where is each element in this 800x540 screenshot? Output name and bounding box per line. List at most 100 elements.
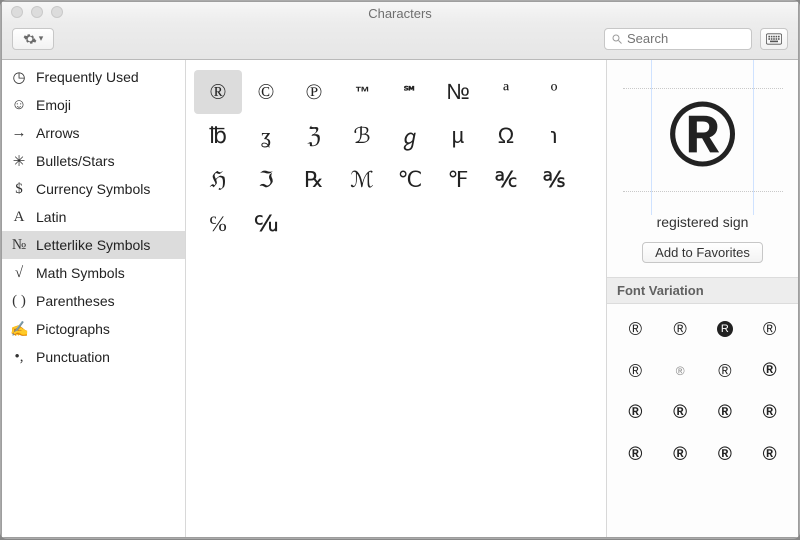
- sidebar-item-parentheses[interactable]: ( ) Parentheses: [2, 287, 185, 315]
- asterisk-icon: ✳: [10, 152, 28, 171]
- sidebar-item-label: Emoji: [36, 97, 71, 113]
- window-controls: [11, 6, 63, 18]
- variation-cell[interactable]: ®: [747, 434, 792, 476]
- character-cell[interactable]: ℃: [386, 158, 434, 202]
- character-cell[interactable]: ℳ: [338, 158, 386, 202]
- character-cell[interactable]: ℬ: [338, 114, 386, 158]
- variation-cell[interactable]: ®: [613, 434, 658, 476]
- character-name: registered sign: [607, 214, 798, 230]
- character-cell[interactable]: №: [434, 70, 482, 114]
- sidebar-item-label: Arrows: [36, 125, 80, 141]
- variation-cell[interactable]: R: [703, 308, 748, 350]
- character-cell[interactable]: ℉: [434, 158, 482, 202]
- variation-cell[interactable]: ®: [703, 434, 748, 476]
- character-cell[interactable]: ℨ: [290, 114, 338, 158]
- writing-hand-icon: ✍: [10, 320, 28, 339]
- sidebar-item-bullets-stars[interactable]: ✳ Bullets/Stars: [2, 147, 185, 175]
- emoji-icon: ☺: [10, 97, 28, 114]
- search-field[interactable]: [604, 28, 752, 50]
- sidebar-item-math[interactable]: √ Math Symbols: [2, 259, 185, 287]
- category-sidebar: ◷ Frequently Used ☺ Emoji → Arrows ✳ Bul…: [2, 60, 186, 537]
- sqrt-icon: √: [10, 265, 28, 282]
- character-cell[interactable]: ℩: [530, 114, 578, 158]
- sidebar-item-label: Pictographs: [36, 321, 110, 337]
- character-cell[interactable]: ℞: [290, 158, 338, 202]
- sidebar-item-punctuation[interactable]: •, Punctuation: [2, 343, 185, 371]
- clock-icon: ◷: [10, 68, 28, 87]
- sidebar-item-label: Parentheses: [36, 293, 115, 309]
- font-variation-heading: Font Variation: [607, 277, 798, 304]
- character-grid: ®©℗™℠№ªº ℔ʓℨℬℊµΩ℩ ℌℑ℞ℳ℃℉℀℁ ℅℆: [186, 60, 606, 537]
- variation-cell[interactable]: ®: [658, 350, 703, 392]
- sidebar-item-arrows[interactable]: → Arrows: [2, 119, 185, 147]
- character-cell[interactable]: ʓ: [242, 114, 290, 158]
- parentheses-icon: ( ): [10, 293, 28, 310]
- variation-cell[interactable]: ®: [747, 308, 792, 350]
- characters-window: Characters ▾ ◷ Frequently Used: [1, 1, 799, 538]
- letter-a-icon: A: [10, 209, 28, 226]
- variation-cell[interactable]: ®: [613, 308, 658, 350]
- variation-cell[interactable]: ®: [747, 392, 792, 434]
- keyboard-shortcuts-button[interactable]: [760, 28, 788, 50]
- sidebar-item-frequently-used[interactable]: ◷ Frequently Used: [2, 63, 185, 91]
- character-cell[interactable]: ℆: [242, 202, 290, 246]
- character-cell[interactable]: º: [530, 70, 578, 114]
- search-icon: [611, 33, 623, 45]
- variation-cell[interactable]: ®: [703, 392, 748, 434]
- character-cell[interactable]: ª: [482, 70, 530, 114]
- minimize-icon[interactable]: [31, 6, 43, 18]
- character-cell[interactable]: Ω: [482, 114, 530, 158]
- variation-cell[interactable]: ®: [658, 308, 703, 350]
- punctuation-icon: •,: [10, 349, 28, 366]
- character-cell[interactable]: ℊ: [386, 114, 434, 158]
- character-cell[interactable]: ℠: [386, 70, 434, 114]
- variation-cell[interactable]: ®: [658, 392, 703, 434]
- toolbar: ▾: [2, 24, 798, 60]
- sidebar-item-label: Bullets/Stars: [36, 153, 115, 169]
- character-preview: ®: [607, 60, 798, 210]
- content: ◷ Frequently Used ☺ Emoji → Arrows ✳ Bul…: [2, 60, 798, 537]
- arrow-icon: →: [10, 125, 28, 142]
- close-icon[interactable]: [11, 6, 23, 18]
- variation-cell[interactable]: ®: [613, 350, 658, 392]
- character-cell[interactable]: ©: [242, 70, 290, 114]
- detail-panel: ® registered sign Add to Favorites Font …: [606, 60, 798, 537]
- variation-cell[interactable]: ®: [613, 392, 658, 434]
- sidebar-item-currency[interactable]: $ Currency Symbols: [2, 175, 185, 203]
- character-cell[interactable]: ℗: [290, 70, 338, 114]
- sidebar-item-latin[interactable]: A Latin: [2, 203, 185, 231]
- keyboard-icon: [766, 33, 782, 45]
- variation-cell[interactable]: ®: [747, 350, 792, 392]
- settings-menu-button[interactable]: ▾: [12, 28, 54, 50]
- sidebar-item-label: Punctuation: [36, 349, 110, 365]
- sidebar-item-label: Frequently Used: [36, 69, 139, 85]
- character-cell[interactable]: ℀: [482, 158, 530, 202]
- font-variation-grid: ®®R®®®®®®®®®®®®®: [607, 304, 798, 480]
- dollar-icon: $: [10, 181, 28, 198]
- variation-cell[interactable]: ®: [703, 350, 748, 392]
- sidebar-item-pictographs[interactable]: ✍ Pictographs: [2, 315, 185, 343]
- zoom-icon[interactable]: [51, 6, 63, 18]
- character-cell[interactable]: µ: [434, 114, 482, 158]
- character-cell[interactable]: ™: [338, 70, 386, 114]
- character-cell[interactable]: ℑ: [242, 158, 290, 202]
- sidebar-item-label: Latin: [36, 209, 66, 225]
- titlebar: Characters: [2, 2, 798, 24]
- character-cell[interactable]: ℁: [530, 158, 578, 202]
- sidebar-item-label: Letterlike Symbols: [36, 237, 150, 253]
- character-cell[interactable]: ®: [194, 70, 242, 114]
- sidebar-item-letterlike[interactable]: № Letterlike Symbols: [2, 231, 185, 259]
- preview-glyph: ®: [669, 89, 737, 181]
- sidebar-item-label: Math Symbols: [36, 265, 125, 281]
- character-cell[interactable]: ℌ: [194, 158, 242, 202]
- window-title: Characters: [368, 6, 432, 21]
- chevron-down-icon: ▾: [39, 33, 44, 44]
- gear-icon: [23, 32, 37, 46]
- variation-cell[interactable]: ®: [658, 434, 703, 476]
- character-cell[interactable]: ℔: [194, 114, 242, 158]
- sidebar-item-emoji[interactable]: ☺ Emoji: [2, 91, 185, 119]
- add-to-favorites-button[interactable]: Add to Favorites: [642, 242, 763, 263]
- sidebar-item-label: Currency Symbols: [36, 181, 150, 197]
- character-cell[interactable]: ℅: [194, 202, 242, 246]
- search-input[interactable]: [627, 31, 745, 46]
